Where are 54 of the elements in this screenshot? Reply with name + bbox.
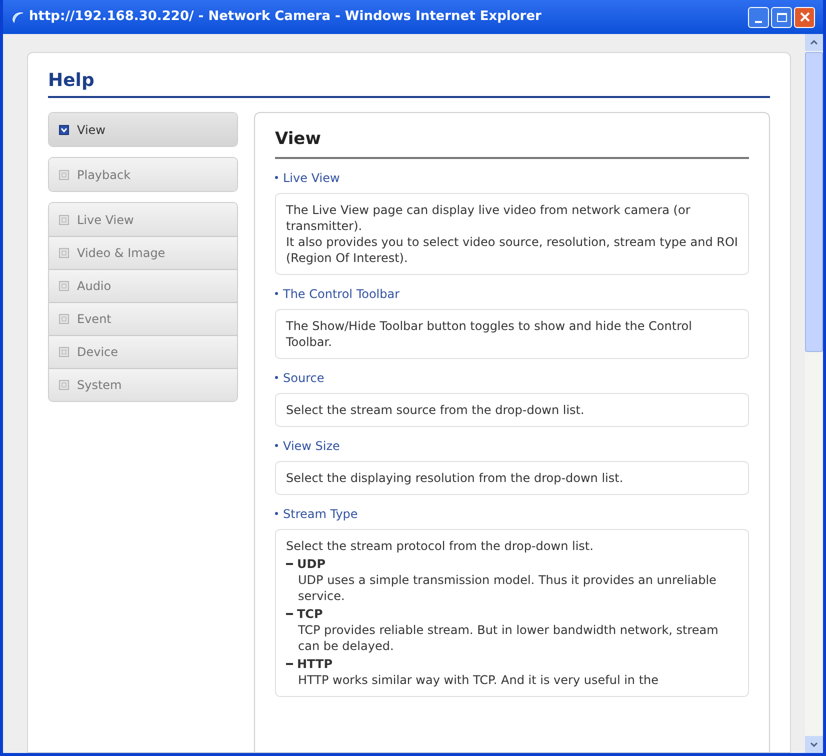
scroll-up-button[interactable]: [805, 34, 823, 51]
caret-up-icon: [810, 40, 818, 45]
dash-icon: [286, 612, 293, 614]
description-text: The Live View page can display live video from network camera (or transmitter).: [286, 202, 692, 234]
option-description: HTTP works similar way with TCP. And it is very useful in the: [297, 672, 660, 688]
square-icon: [59, 170, 69, 180]
sidebar-item[interactable]: View: [49, 113, 237, 146]
option-description: TCP provides reliable stream. But in lower bandwidth network, stream can be delayed.: [297, 622, 720, 654]
square-icon: [59, 124, 69, 134]
sidebar-item[interactable]: Live View: [49, 203, 237, 236]
option-name: HTTP: [297, 656, 332, 672]
close-button[interactable]: [794, 6, 815, 28]
bullet-icon: [275, 444, 278, 447]
section-title: View: [275, 127, 749, 158]
caret-down-icon: [810, 742, 818, 747]
sidebar-item[interactable]: System: [49, 368, 237, 401]
bullet-icon: [275, 512, 278, 515]
description-text: Select the stream protocol from the drop-down list.: [286, 538, 594, 554]
sidebar-item[interactable]: Video & Image: [49, 236, 237, 269]
bullet-icon: [275, 292, 278, 295]
option-name: UDP: [297, 556, 326, 572]
square-icon: [59, 248, 69, 258]
description-text: It also provides you to select video source, resolution, stream type and ROI (Region Of Interest).: [286, 234, 738, 266]
sidebar-item[interactable]: Audio: [49, 269, 237, 302]
sidebar-item[interactable]: Device: [49, 335, 237, 368]
square-icon: [59, 281, 69, 291]
description-text: Select the displaying resolution from the drop-down list.: [286, 470, 624, 486]
option-name: TCP: [297, 606, 323, 622]
bullet-icon: [275, 176, 278, 179]
scroll-thumb[interactable]: [805, 52, 823, 352]
sidebar-item[interactable]: Event: [49, 302, 237, 335]
close-icon: [800, 12, 810, 22]
square-icon: [59, 214, 69, 224]
square-icon: [59, 347, 69, 357]
page-title: Help: [48, 67, 770, 98]
sidebar-item[interactable]: Playback: [49, 158, 237, 191]
dash-icon: [286, 662, 293, 664]
minimize-button[interactable]: [748, 6, 769, 28]
heading-text: View Size: [283, 438, 340, 454]
heading-text: Live View: [283, 170, 340, 186]
maximize-button[interactable]: [771, 6, 792, 28]
heading-text: The Control Toolbar: [283, 286, 400, 302]
heading-text: Stream Type: [283, 506, 358, 522]
browser-logo-icon: [11, 10, 25, 24]
heading-text: Source: [283, 370, 324, 386]
scroll-down-button[interactable]: [805, 736, 823, 753]
square-icon: [59, 380, 69, 390]
window-title: http://192.168.30.220/ - Network Camera - Windows Internet Explorer: [29, 8, 542, 26]
description-text: Select the stream source from the drop-down list.: [286, 402, 586, 418]
bullet-icon: [275, 376, 278, 379]
dash-icon: [286, 562, 293, 564]
square-icon: [59, 314, 69, 324]
option-description: UDP uses a simple transmission model. Thus it provides an unreliable service.: [297, 572, 718, 604]
description-text: The Show/Hide Toolbar button toggles to show and hide the Control Toolbar.: [286, 318, 693, 350]
